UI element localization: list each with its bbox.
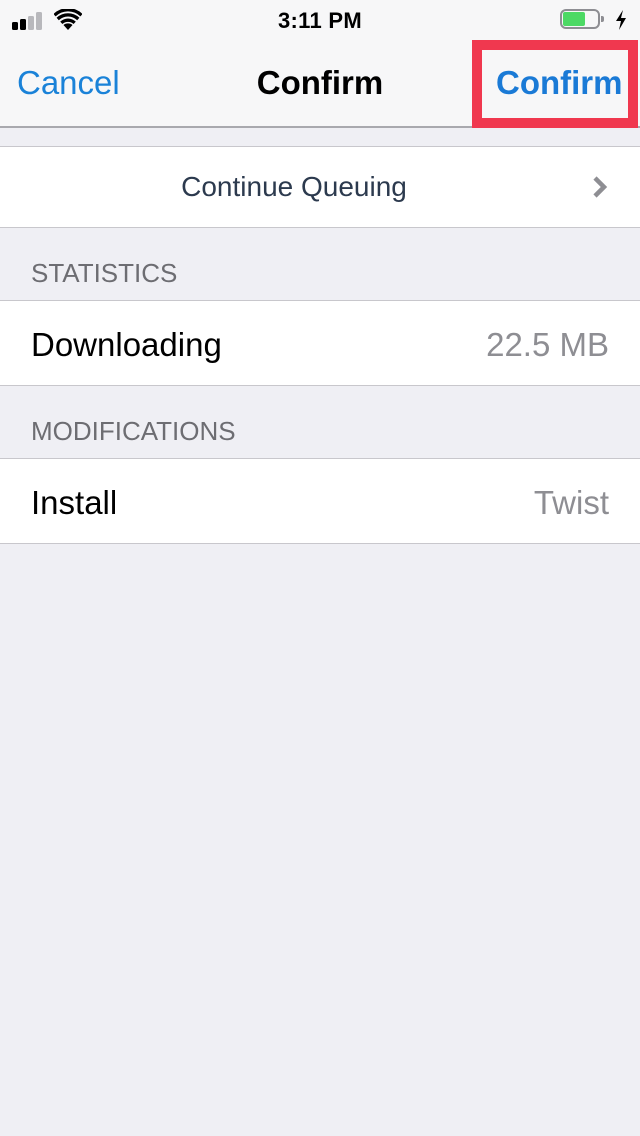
downloading-label: Downloading: [31, 326, 222, 363]
charging-bolt-icon: [616, 10, 626, 30]
cancel-button[interactable]: Cancel: [17, 64, 120, 102]
install-value: Twist: [533, 484, 609, 521]
downloading-value: 22.5 MB: [486, 326, 609, 363]
chevron-right-icon: [593, 176, 608, 198]
continue-queuing-label: Continue Queuing: [181, 171, 407, 202]
battery-icon: [560, 9, 604, 31]
section-header-statistics: STATISTICS: [31, 258, 178, 288]
install-label: Install: [31, 484, 118, 521]
battery-level: [563, 12, 585, 26]
downloading-row: Downloading 22.5 MB: [0, 300, 640, 386]
status-time: 3:11 PM: [277, 8, 363, 33]
navigation-bar: Cancel Confirm Confirm: [0, 40, 640, 128]
install-row: Install Twist: [0, 458, 640, 544]
section-header-modifications: MODIFICATIONS: [31, 416, 236, 446]
status-bar: 3:11 PM: [0, 0, 640, 40]
continue-queuing-button[interactable]: Continue Queuing: [0, 146, 640, 228]
confirm-button[interactable]: Confirm: [496, 64, 623, 102]
